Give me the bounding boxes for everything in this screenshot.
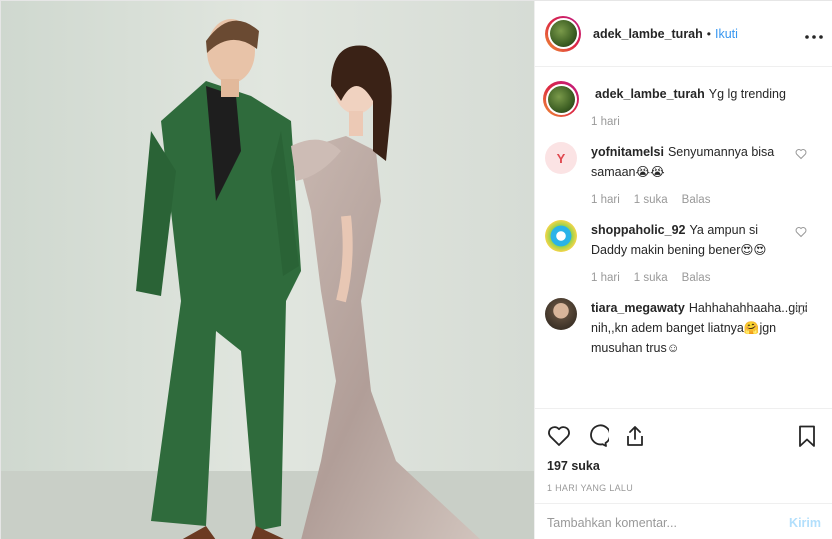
reply-button[interactable]: Balas — [682, 194, 711, 206]
comment-time[interactable]: 1 hari — [591, 272, 620, 284]
comment-item: tiara_megawaty Hahhahahhaaha..gini nih,,k… — [545, 298, 823, 358]
comment-username[interactable]: yofnitamelsi — [591, 145, 664, 159]
caption-time[interactable]: 1 hari — [591, 116, 620, 128]
comment-like-heart-icon[interactable] — [795, 148, 807, 160]
post-comment-button[interactable]: Kirim — [789, 516, 821, 530]
post-timestamp[interactable]: 1 HARI YANG LALU — [547, 483, 821, 493]
comment-icon[interactable] — [585, 424, 611, 450]
comments-list[interactable]: adek_lambe_turah Yg lg trending 1 hari Y … — [535, 68, 832, 408]
post-panel: adek_lambe_turah • Ikuti adek_lambe_tura… — [534, 1, 832, 539]
post-header: adek_lambe_turah • Ikuti — [535, 1, 832, 67]
more-options-icon[interactable] — [805, 23, 823, 44]
post-photo[interactable] — [1, 1, 534, 539]
commenter-avatar[interactable] — [545, 298, 577, 330]
commenter-avatar[interactable] — [545, 220, 577, 252]
comment-like-heart-icon[interactable] — [795, 226, 807, 238]
comment-username[interactable]: tiara_megawaty — [591, 301, 685, 315]
add-comment-bar: Tambahkan komentar... Kirim — [535, 503, 832, 539]
comment-input[interactable]: Tambahkan komentar... — [547, 516, 677, 530]
action-bar — [547, 417, 821, 457]
caption-avatar[interactable] — [543, 81, 579, 117]
bookmark-icon[interactable] — [795, 424, 821, 450]
comment-time[interactable]: 1 hari — [591, 194, 620, 206]
comment-like-heart-icon[interactable] — [795, 304, 807, 316]
comment-likes[interactable]: 1 suka — [634, 194, 668, 206]
share-icon[interactable] — [623, 424, 649, 450]
caption-user[interactable]: adek_lambe_turah — [595, 87, 705, 101]
caption-text: Yg lg trending — [708, 87, 786, 101]
commenter-avatar[interactable]: Y — [545, 142, 577, 174]
follow-button[interactable]: Ikuti — [715, 27, 738, 41]
comment-likes[interactable]: 1 suka — [634, 272, 668, 284]
instagram-post: adek_lambe_turah • Ikuti adek_lambe_tura… — [0, 0, 832, 539]
post-footer: 197 suka 1 HARI YANG LALU Tambahkan kome… — [535, 408, 832, 530]
likes-count[interactable]: 197 suka — [547, 459, 821, 473]
reply-button[interactable]: Balas — [682, 272, 711, 284]
author-username[interactable]: adek_lambe_turah — [593, 27, 703, 41]
caption: adek_lambe_turah Yg lg trending 1 hari — [543, 81, 823, 128]
author-avatar[interactable] — [545, 15, 581, 52]
header-separator: • — [706, 26, 711, 41]
comment-username[interactable]: shoppaholic_92 — [591, 223, 685, 237]
comment-item: shoppaholic_92 Ya ampun si Daddy makin be… — [545, 220, 823, 284]
heart-icon[interactable] — [547, 424, 573, 450]
comment-item: Y yofnitamelsi Senyumannya bisa samaan😭😭 … — [545, 142, 823, 206]
